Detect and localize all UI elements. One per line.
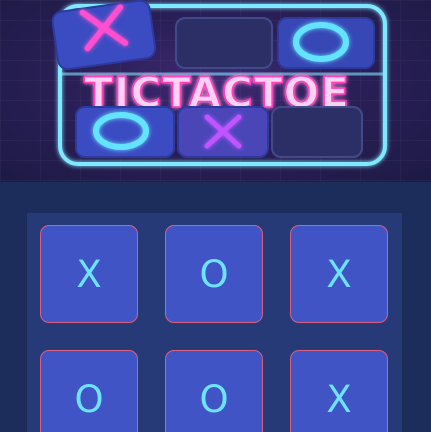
board-cell-4[interactable]: O <box>40 350 138 432</box>
cell-mark: X <box>326 252 352 296</box>
logo-tile-x-top <box>51 0 157 71</box>
cell-mark: O <box>199 377 229 421</box>
logo-tile-empty-bottom <box>271 106 363 158</box>
game-logo-banner: TICTACTOE <box>0 0 431 182</box>
board-cell-5[interactable]: O <box>165 350 263 432</box>
cell-mark: O <box>199 252 229 296</box>
game-board: X O X O O X <box>27 213 402 432</box>
board-cell-1[interactable]: X <box>40 225 138 323</box>
cell-mark: X <box>326 377 352 421</box>
logo-artwork: TICTACTOE <box>51 0 387 166</box>
game-area: X O X O O X <box>0 182 431 432</box>
cell-mark: O <box>74 377 104 421</box>
logo-tile-empty-top <box>175 17 273 69</box>
board-cell-3[interactable]: X <box>290 225 388 323</box>
game-screen: TICTACTOE X O X O O X <box>0 0 431 432</box>
board-cell-2[interactable]: O <box>165 225 263 323</box>
cell-mark: X <box>76 252 102 296</box>
board-cell-6[interactable]: X <box>290 350 388 432</box>
